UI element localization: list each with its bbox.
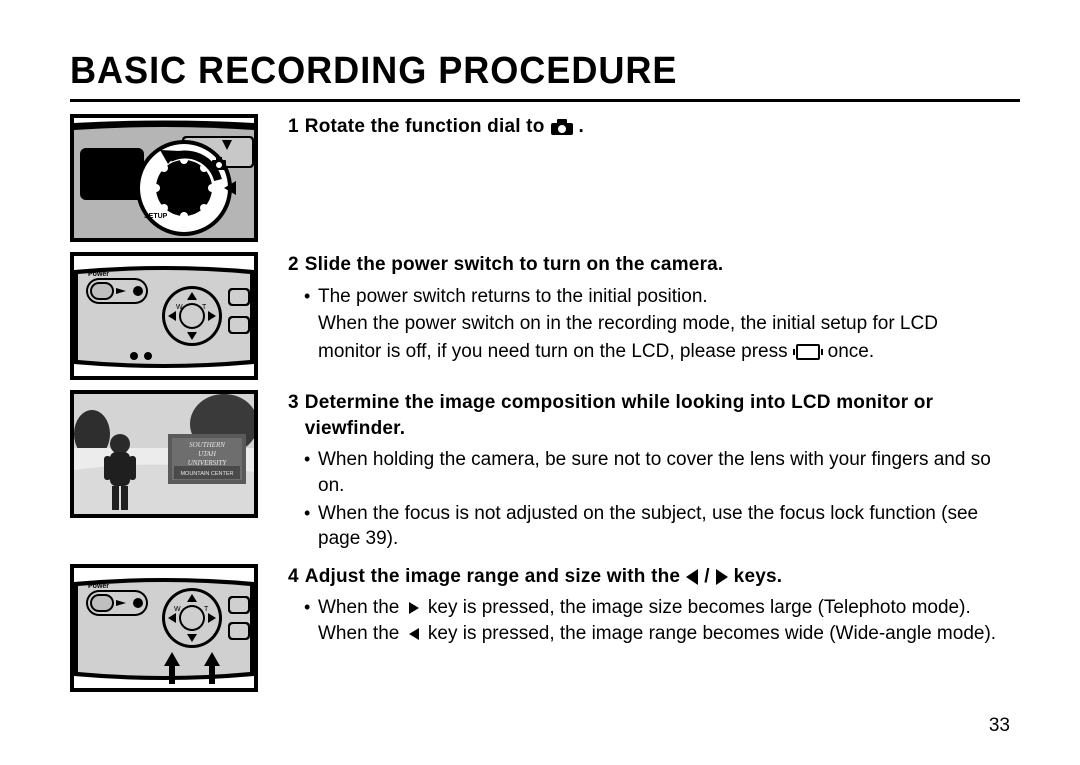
svg-text:SETUP: SETUP — [144, 213, 168, 220]
step-1-text-post: . — [579, 114, 584, 140]
figure-composition-photo: SOUTHERN UTAH UNIVERSITY MOUNTAIN CENTER — [70, 390, 258, 518]
svg-text:W: W — [174, 606, 181, 613]
svg-text:Power: Power — [88, 583, 109, 590]
step-3-bullet-2: When the focus is not adjusted on the su… — [304, 501, 1020, 552]
step-2-text: Slide the power switch to turn on the ca… — [305, 252, 724, 278]
step-1-number: 1 — [288, 114, 299, 140]
step-4: 4 Adjust the image range and size with t… — [288, 564, 1020, 649]
step-2: 2 Slide the power switch to turn on the … — [288, 252, 1020, 367]
step-4-bullet-1: When the key is pressed, the image size … — [304, 595, 1020, 646]
step-2-bullets: The power switch returns to the initial … — [288, 284, 1020, 310]
step-2-cont-1: When the power switch on in the recordin… — [288, 311, 1020, 337]
step-4-text-mid: / — [704, 564, 709, 590]
svg-text:Power: Power — [88, 271, 109, 278]
svg-text:SOUTHERN: SOUTHERN — [189, 441, 225, 449]
step-4-heading: 4 Adjust the image range and size with t… — [288, 564, 1020, 590]
right-arrow-icon — [716, 569, 728, 585]
step-2-cont-2-pre: monitor is off, if you need turn on the … — [318, 339, 788, 365]
content-grid: SETUP 1 Rotate the function dial to . — [70, 114, 1020, 692]
left-arrow-icon — [686, 569, 698, 585]
step-2-cont-2-post: once. — [828, 339, 874, 365]
svg-text:T: T — [202, 304, 207, 311]
step-4-b1-pre: When the — [318, 597, 399, 618]
camera-icon — [551, 119, 573, 135]
step-1: 1 Rotate the function dial to . — [288, 114, 1020, 146]
step-4-text-pre: Adjust the image range and size with the — [305, 564, 680, 590]
step-1-text-pre: Rotate the function dial to — [305, 114, 545, 140]
display-icon — [796, 344, 820, 360]
step-3-bullets: When holding the camera, be sure not to … — [288, 447, 1020, 552]
step-4-b1-post: key is pressed, the image range becomes … — [428, 623, 996, 644]
figure-power-switch: Power W T — [70, 252, 258, 380]
step-2-heading: 2 Slide the power switch to turn on the … — [288, 252, 1020, 278]
step-3-text: Determine the image composition while lo… — [305, 390, 1020, 441]
step-2-bullet-1: The power switch returns to the initial … — [304, 284, 1020, 310]
step-3: 3 Determine the image composition while … — [288, 390, 1020, 554]
page-title: BASIC RECORDING PROCEDURE — [70, 50, 973, 93]
step-2-number: 2 — [288, 252, 299, 278]
manual-page: BASIC RECORDING PROCEDURE — [0, 0, 1080, 765]
svg-text:UNIVERSITY: UNIVERSITY — [188, 459, 228, 467]
step-3-heading: 3 Determine the image composition while … — [288, 390, 1020, 441]
svg-text:W: W — [176, 304, 183, 311]
step-2-cont-2: monitor is off, if you need turn on the … — [288, 339, 1020, 365]
step-4-text-post: keys. — [734, 564, 783, 590]
svg-text:UTAH: UTAH — [198, 450, 217, 458]
figure-function-dial: SETUP — [70, 114, 258, 242]
page-number: 33 — [989, 715, 1010, 737]
step-3-bullet-1: When holding the camera, be sure not to … — [304, 447, 1020, 498]
right-arrow-icon-inline — [409, 602, 419, 614]
figure-zoom-keys: Power W T — [70, 564, 258, 692]
step-4-number: 4 — [288, 564, 299, 590]
step-4-bullets: When the key is pressed, the image size … — [288, 595, 1020, 646]
svg-text:T: T — [204, 606, 209, 613]
step-1-heading: 1 Rotate the function dial to . — [288, 114, 1020, 140]
svg-text:MOUNTAIN CENTER: MOUNTAIN CENTER — [180, 471, 233, 477]
left-arrow-icon-inline — [409, 628, 419, 640]
title-rule — [70, 99, 1020, 102]
step-3-number: 3 — [288, 390, 299, 416]
